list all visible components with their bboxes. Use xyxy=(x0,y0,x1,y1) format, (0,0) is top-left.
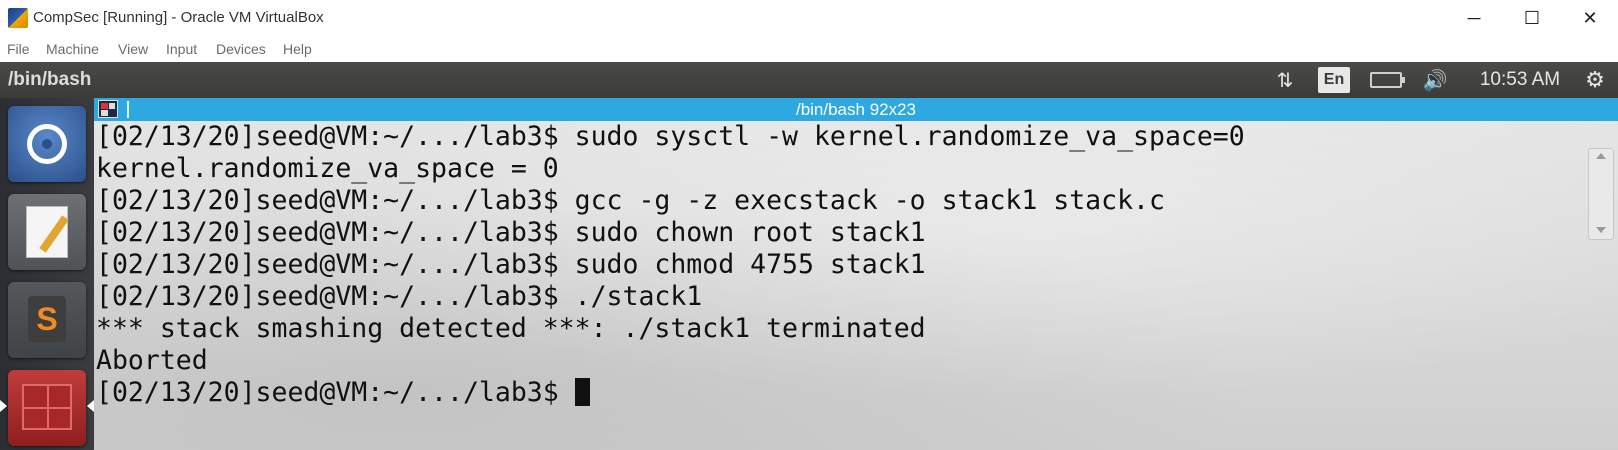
virtualbox-icon xyxy=(8,8,28,28)
scroll-up-icon[interactable] xyxy=(1596,153,1606,159)
terminal-line: [02/13/20]seed@VM:~/.../lab3$ ./stack1 xyxy=(96,281,703,312)
terminal-line: [02/13/20]seed@VM:~/.../lab3$ gcc -g -z … xyxy=(96,185,1165,216)
menu-help[interactable]: Help xyxy=(283,41,312,57)
terminal-title-bar[interactable]: /bin/bash 92x23 xyxy=(94,98,1618,121)
terminal-icon xyxy=(22,384,72,430)
battery-icon[interactable] xyxy=(1366,66,1406,94)
menu-input[interactable]: Input xyxy=(166,41,197,57)
terminal-line: *** stack smashing detected ***: ./stack… xyxy=(96,313,926,344)
terminal-launcher[interactable] xyxy=(8,370,86,446)
menu-devices[interactable]: Devices xyxy=(216,41,266,57)
unity-launcher: S xyxy=(0,98,94,450)
terminal-output[interactable]: [02/13/20]seed@VM:~/.../lab3$ sudo sysct… xyxy=(94,121,1618,450)
terminal-scrollbar[interactable] xyxy=(1588,148,1614,240)
keyboard-language-indicator[interactable]: En xyxy=(1318,67,1350,93)
text-cursor xyxy=(574,377,590,406)
gear-icon[interactable]: ⚙ xyxy=(1578,66,1612,94)
ubuntu-dash-button[interactable] xyxy=(8,106,86,182)
active-indicator-right-icon xyxy=(87,400,94,412)
sublime-text-launcher[interactable]: S xyxy=(8,282,86,358)
terminal-window[interactable]: /bin/bash 92x23 [02/13/20]seed@VM:~/.../… xyxy=(94,98,1618,450)
terminal-line: [02/13/20]seed@VM:~/.../lab3$ sudo chown… xyxy=(96,217,926,248)
scroll-down-icon[interactable] xyxy=(1596,227,1606,233)
close-button[interactable]: ✕ xyxy=(1561,0,1618,36)
menu-bar: File Machine View Input Devices Help xyxy=(0,38,1618,62)
ubuntu-logo-icon xyxy=(27,124,67,164)
terminal-title: /bin/bash 92x23 xyxy=(795,100,917,119)
terminal-line: [02/13/20]seed@VM:~/.../lab3$ sudo sysct… xyxy=(96,121,1245,152)
active-app-title: /bin/bash xyxy=(8,69,92,90)
window-title-bar[interactable]: CompSec [Running] - Oracle VM VirtualBox… xyxy=(0,0,1618,36)
sound-icon[interactable]: 🔊 xyxy=(1418,66,1452,94)
terminal-line: [02/13/20]seed@VM:~/.../lab3$ sudo chmod… xyxy=(96,249,926,280)
ubuntu-top-panel: /bin/bash ⇅ En 🔊 10:53 AM ⚙ xyxy=(0,62,1618,98)
network-icon[interactable]: ⇅ xyxy=(1270,66,1300,94)
menu-file[interactable]: File xyxy=(7,41,30,57)
minimize-button[interactable]: ─ xyxy=(1445,0,1503,36)
active-indicator-left-icon xyxy=(0,400,7,412)
terminal-prompt-line[interactable]: [02/13/20]seed@VM:~/.../lab3$ xyxy=(96,377,1245,409)
terminal-prompt: [02/13/20]seed@VM:~/.../lab3$ xyxy=(96,377,575,408)
terminal-menu-icon[interactable] xyxy=(98,100,118,118)
text-editor-launcher[interactable] xyxy=(8,194,86,270)
clock[interactable]: 10:53 AM xyxy=(1470,66,1570,94)
title-separator xyxy=(127,101,129,118)
menu-view[interactable]: View xyxy=(118,41,148,57)
menu-machine[interactable]: Machine xyxy=(46,41,99,57)
terminal-line: kernel.randomize_va_space = 0 xyxy=(96,153,559,184)
maximize-button[interactable]: ☐ xyxy=(1503,0,1561,36)
window-title: CompSec [Running] - Oracle VM VirtualBox xyxy=(33,9,324,26)
terminal-line: Aborted xyxy=(96,345,208,376)
sublime-text-icon: S xyxy=(28,296,66,342)
